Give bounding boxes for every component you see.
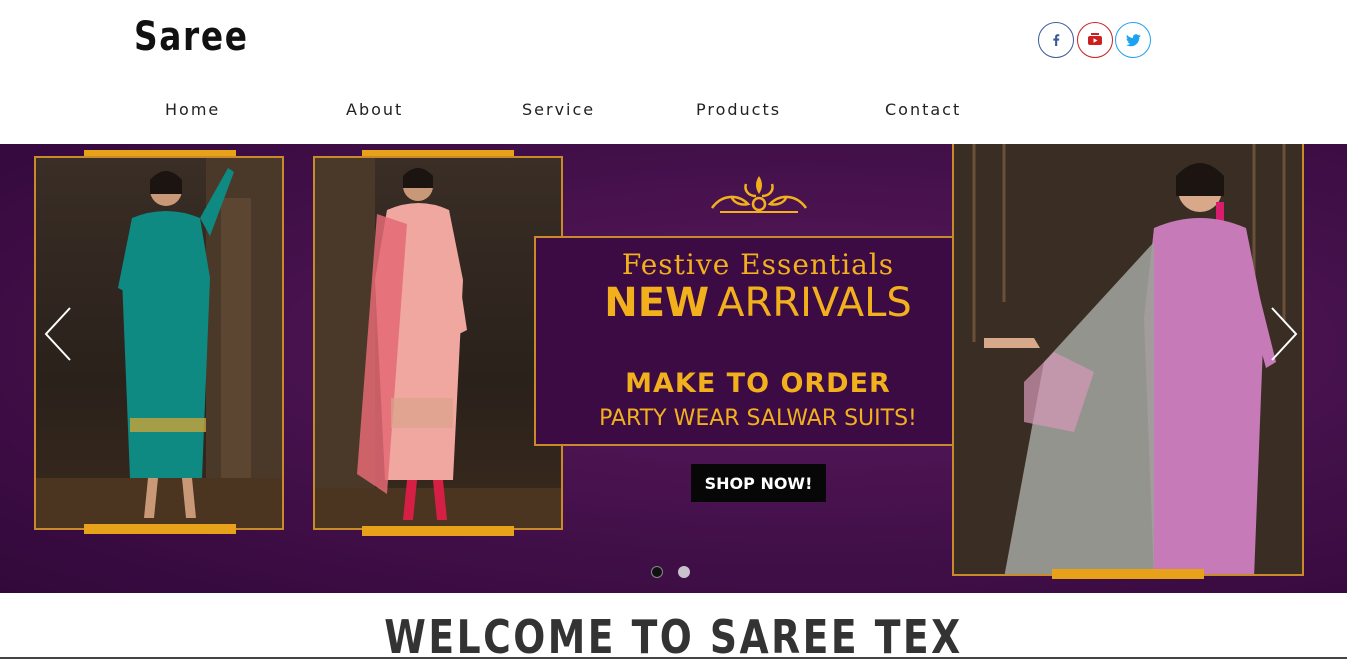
promo-party-wear: PARTY WEAR SALWAR SUITS! xyxy=(599,406,917,431)
carousel-indicator-1[interactable] xyxy=(651,566,663,578)
promo-festive-essentials: Festive Essentials xyxy=(621,248,895,281)
product-image-lilac-suit[interactable] xyxy=(952,144,1304,576)
promo-make-to-order: MAKE TO ORDER xyxy=(625,368,891,399)
facebook-icon xyxy=(1053,34,1060,46)
panel-accent-bar xyxy=(362,526,514,536)
shop-now-button[interactable]: SHOP NOW! xyxy=(691,464,826,502)
twitter-icon xyxy=(1125,33,1141,46)
model-figure xyxy=(954,144,1302,574)
chevron-right-icon[interactable] xyxy=(1266,306,1302,362)
welcome-heading: WELCOME TO SAREE TEX xyxy=(384,610,963,659)
product-image-pink-suit[interactable] xyxy=(313,156,563,530)
nav-home[interactable]: Home xyxy=(165,100,220,119)
nav-service[interactable]: Service xyxy=(522,100,595,119)
nav-products[interactable]: Products xyxy=(696,100,781,119)
carousel-indicator-2[interactable] xyxy=(678,566,690,578)
hero-carousel[interactable]: Festive Essentials NEW ARRIVALS MAKE TO O… xyxy=(0,144,1347,593)
nav-contact[interactable]: Contact xyxy=(885,100,961,119)
promo-arrivals: ARRIVALS xyxy=(717,280,912,326)
panel-accent-bar xyxy=(1052,569,1204,579)
promo-box: Festive Essentials NEW ARRIVALS MAKE TO O… xyxy=(534,236,982,446)
youtube-link[interactable] xyxy=(1077,22,1113,58)
main-nav: Home About Service Products Contact xyxy=(0,100,1347,122)
promo-new-arrivals: NEW ARRIVALS xyxy=(536,280,980,326)
chevron-left-icon[interactable] xyxy=(40,306,76,362)
facebook-link[interactable] xyxy=(1038,22,1074,58)
ornament-icon xyxy=(710,176,808,213)
nav-about[interactable]: About xyxy=(346,100,403,119)
site-logo[interactable]: Saree xyxy=(134,14,249,60)
twitter-link[interactable] xyxy=(1115,22,1151,58)
promo-new: NEW xyxy=(604,280,710,326)
youtube-icon xyxy=(1088,33,1102,45)
model-figure xyxy=(315,158,561,528)
panel-accent-bar xyxy=(84,524,236,534)
